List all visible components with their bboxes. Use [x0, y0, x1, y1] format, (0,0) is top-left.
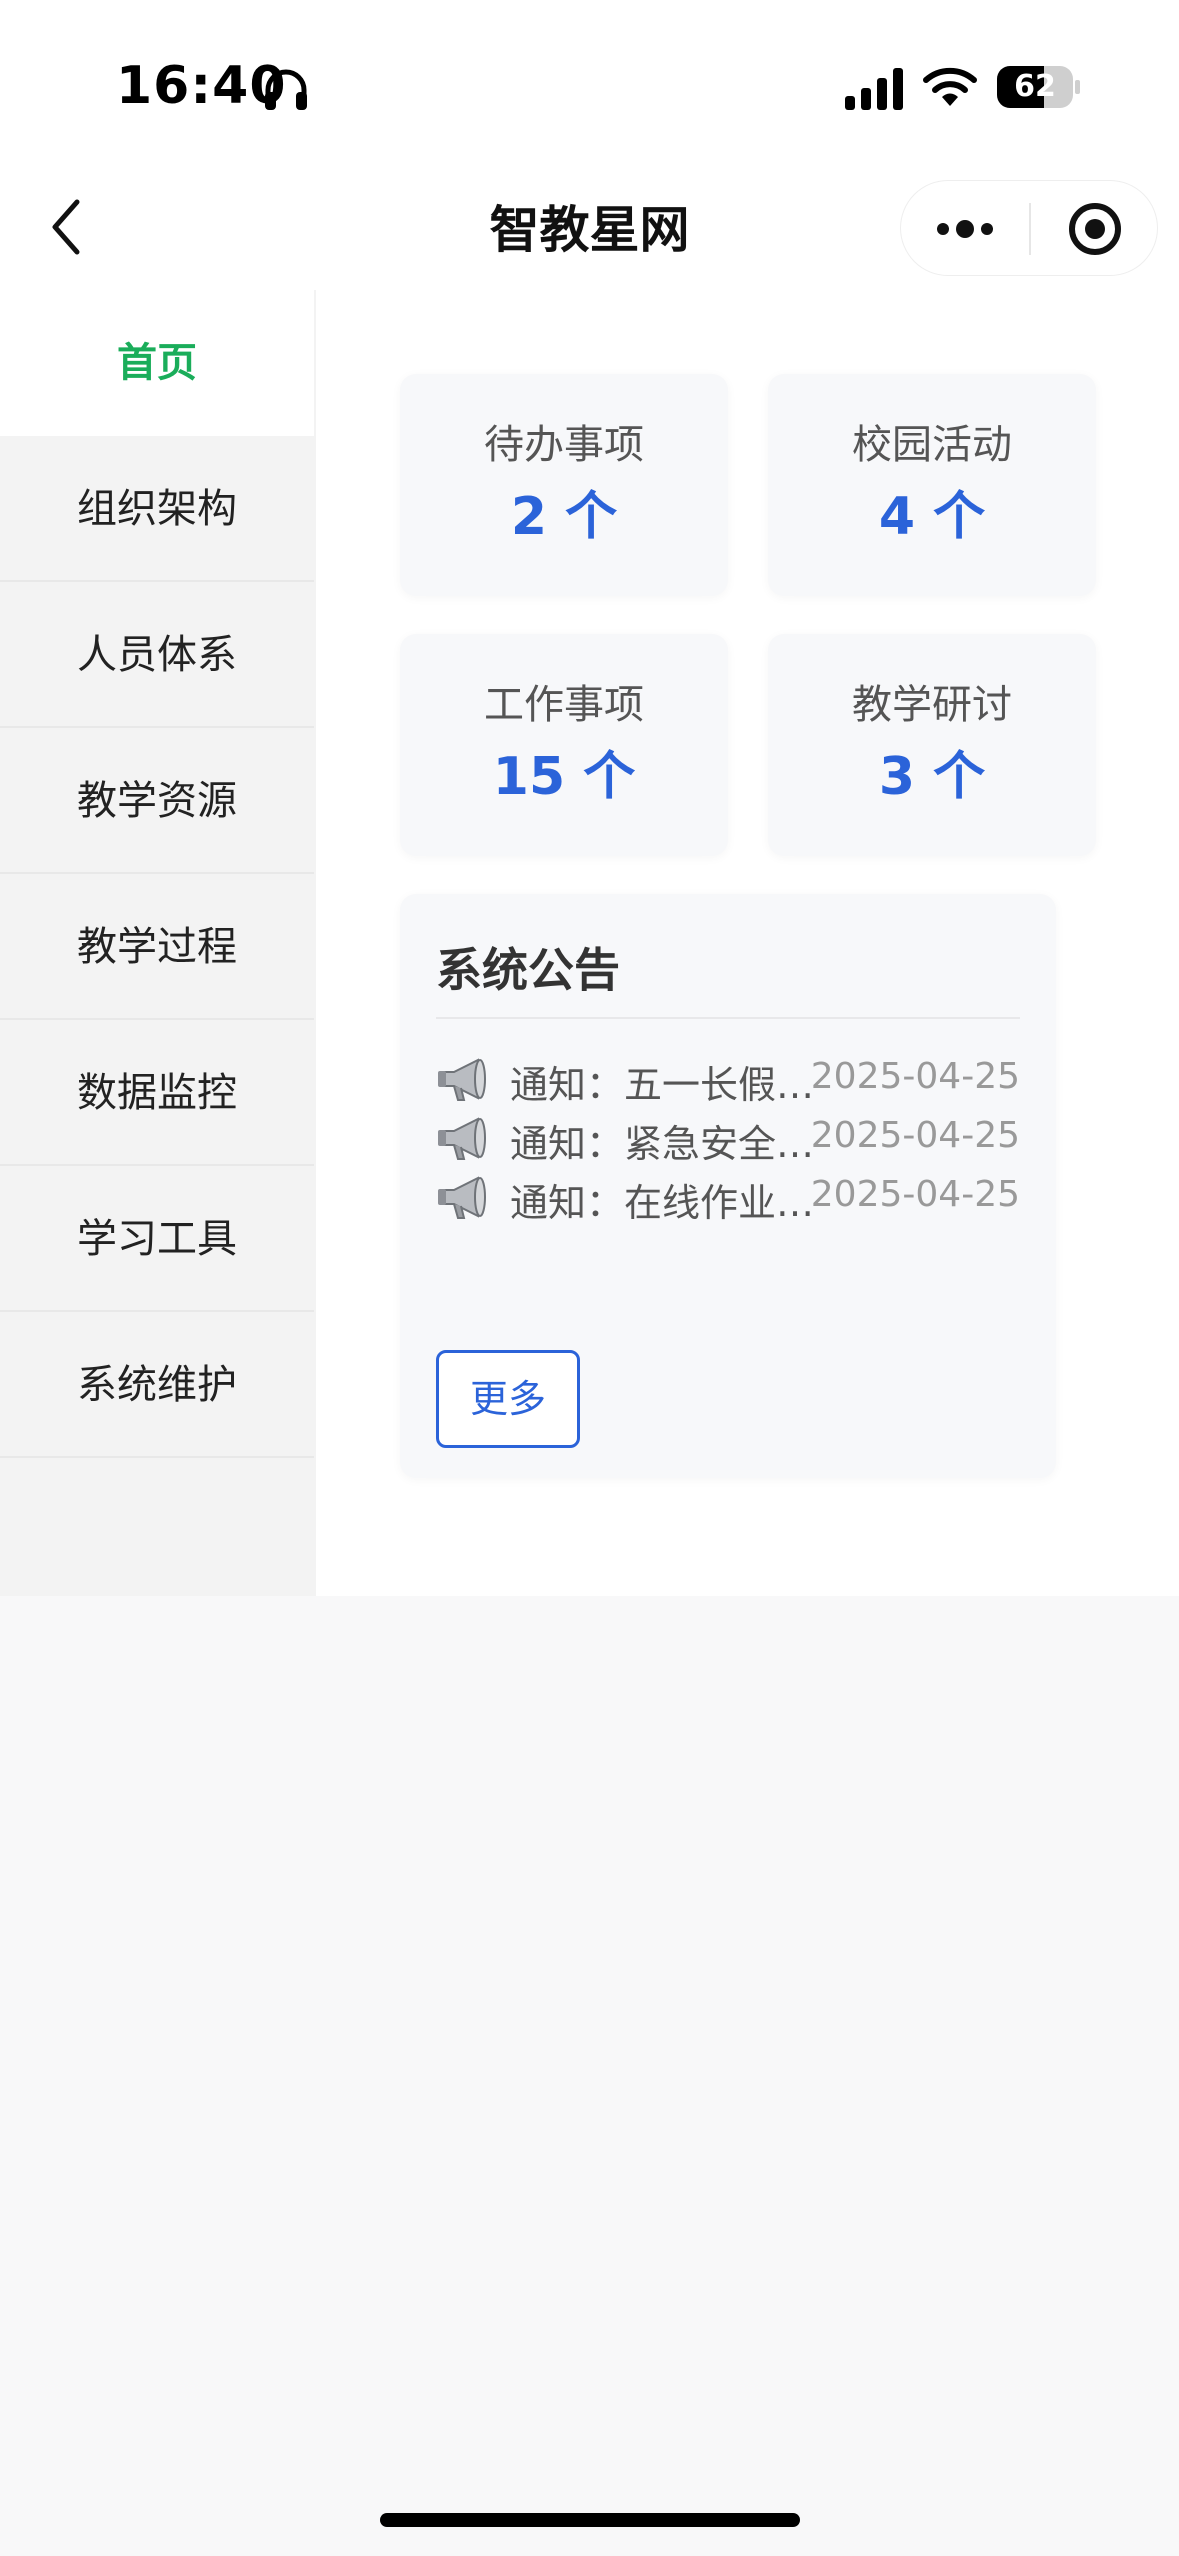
sidebar-item-teaching-process[interactable]: 教学过程 — [0, 874, 314, 1020]
sidebar: 首页 组织架构 人员体系 教学资源 教学过程 数据监控 学习工具 系统维护 — [0, 290, 316, 1596]
announcement-date: 2025-04-25 — [810, 1174, 1020, 1215]
stat-card-teaching-seminar[interactable]: 教学研讨 3 个 — [768, 634, 1096, 856]
stat-value: 4 个 — [878, 487, 986, 547]
cellular-signal-icon — [845, 68, 903, 110]
stat-label: 教学研讨 — [852, 682, 1012, 728]
more-button[interactable] — [901, 181, 1029, 277]
sidebar-item-home[interactable]: 首页 — [0, 290, 314, 436]
sidebar-item-data-monitoring[interactable]: 数据监控 — [0, 1020, 314, 1166]
announcement-date: 2025-04-25 — [810, 1056, 1020, 1097]
main-content: 待办事项 2 个 校园活动 4 个 工作事项 15 个 教学研讨 3 个 系统公… — [316, 290, 1179, 1596]
navigation-bar: 智教星网 — [0, 170, 1179, 290]
stat-label: 工作事项 — [484, 682, 644, 728]
announcements-title: 系统公告 — [436, 943, 620, 997]
sidebar-item-organization[interactable]: 组织架构 — [0, 436, 314, 582]
divider — [436, 1017, 1020, 1019]
megaphone-icon — [438, 1117, 486, 1160]
battery-level-text: 62 — [1014, 69, 1056, 104]
stat-card-campus-activities[interactable]: 校园活动 4 个 — [768, 374, 1096, 596]
sidebar-item-personnel[interactable]: 人员体系 — [0, 582, 314, 728]
announcement-text: 通知：在线作业… — [510, 1181, 815, 1225]
miniprogram-capsule — [900, 180, 1158, 276]
announcement-text: 通知：五一长假… — [510, 1063, 815, 1107]
status-time: 16:40 — [116, 56, 287, 116]
announcement-item[interactable]: 通知：在线作业… 2025-04-25 — [436, 1162, 1020, 1232]
close-miniprogram-button[interactable] — [1031, 181, 1159, 277]
headphones-icon — [265, 69, 307, 110]
megaphone-icon — [438, 1058, 486, 1101]
chevron-left-icon — [52, 199, 80, 255]
sidebar-item-learning-tools[interactable]: 学习工具 — [0, 1166, 314, 1312]
stat-label: 待办事项 — [484, 422, 644, 468]
system-announcements-card: 系统公告 通知：五一长假… 2025-04-25 通知：紧急安全… 2025-0… — [400, 894, 1056, 1478]
announcement-text: 通知：紧急安全… — [510, 1122, 815, 1166]
sidebar-item-teaching-resources[interactable]: 教学资源 — [0, 728, 314, 874]
wifi-icon — [923, 67, 977, 106]
stat-label: 校园活动 — [852, 422, 1012, 468]
more-dots-icon — [937, 220, 993, 238]
stat-value: 3 个 — [878, 747, 986, 807]
home-indicator[interactable] — [380, 2513, 800, 2527]
stat-value: 2 个 — [510, 487, 618, 547]
more-announcements-button[interactable]: 更多 — [436, 1350, 580, 1448]
stat-card-work-items[interactable]: 工作事项 15 个 — [400, 634, 728, 856]
announcement-date: 2025-04-25 — [810, 1115, 1020, 1156]
status-bar: 16:40 62 — [0, 0, 1179, 170]
stat-value: 15 个 — [492, 747, 636, 807]
stat-card-todo[interactable]: 待办事项 2 个 — [400, 374, 728, 596]
sidebar-item-system-maintenance[interactable]: 系统维护 — [0, 1312, 314, 1458]
battery-indicator: 62 — [997, 66, 1080, 108]
screen: 16:40 62 智教星网 首页 组织架构 人员体系 教学资源 教学过程 数据监… — [0, 0, 1179, 2556]
megaphone-icon — [438, 1176, 486, 1219]
target-circle-icon — [1069, 203, 1121, 255]
back-button[interactable] — [40, 192, 92, 262]
